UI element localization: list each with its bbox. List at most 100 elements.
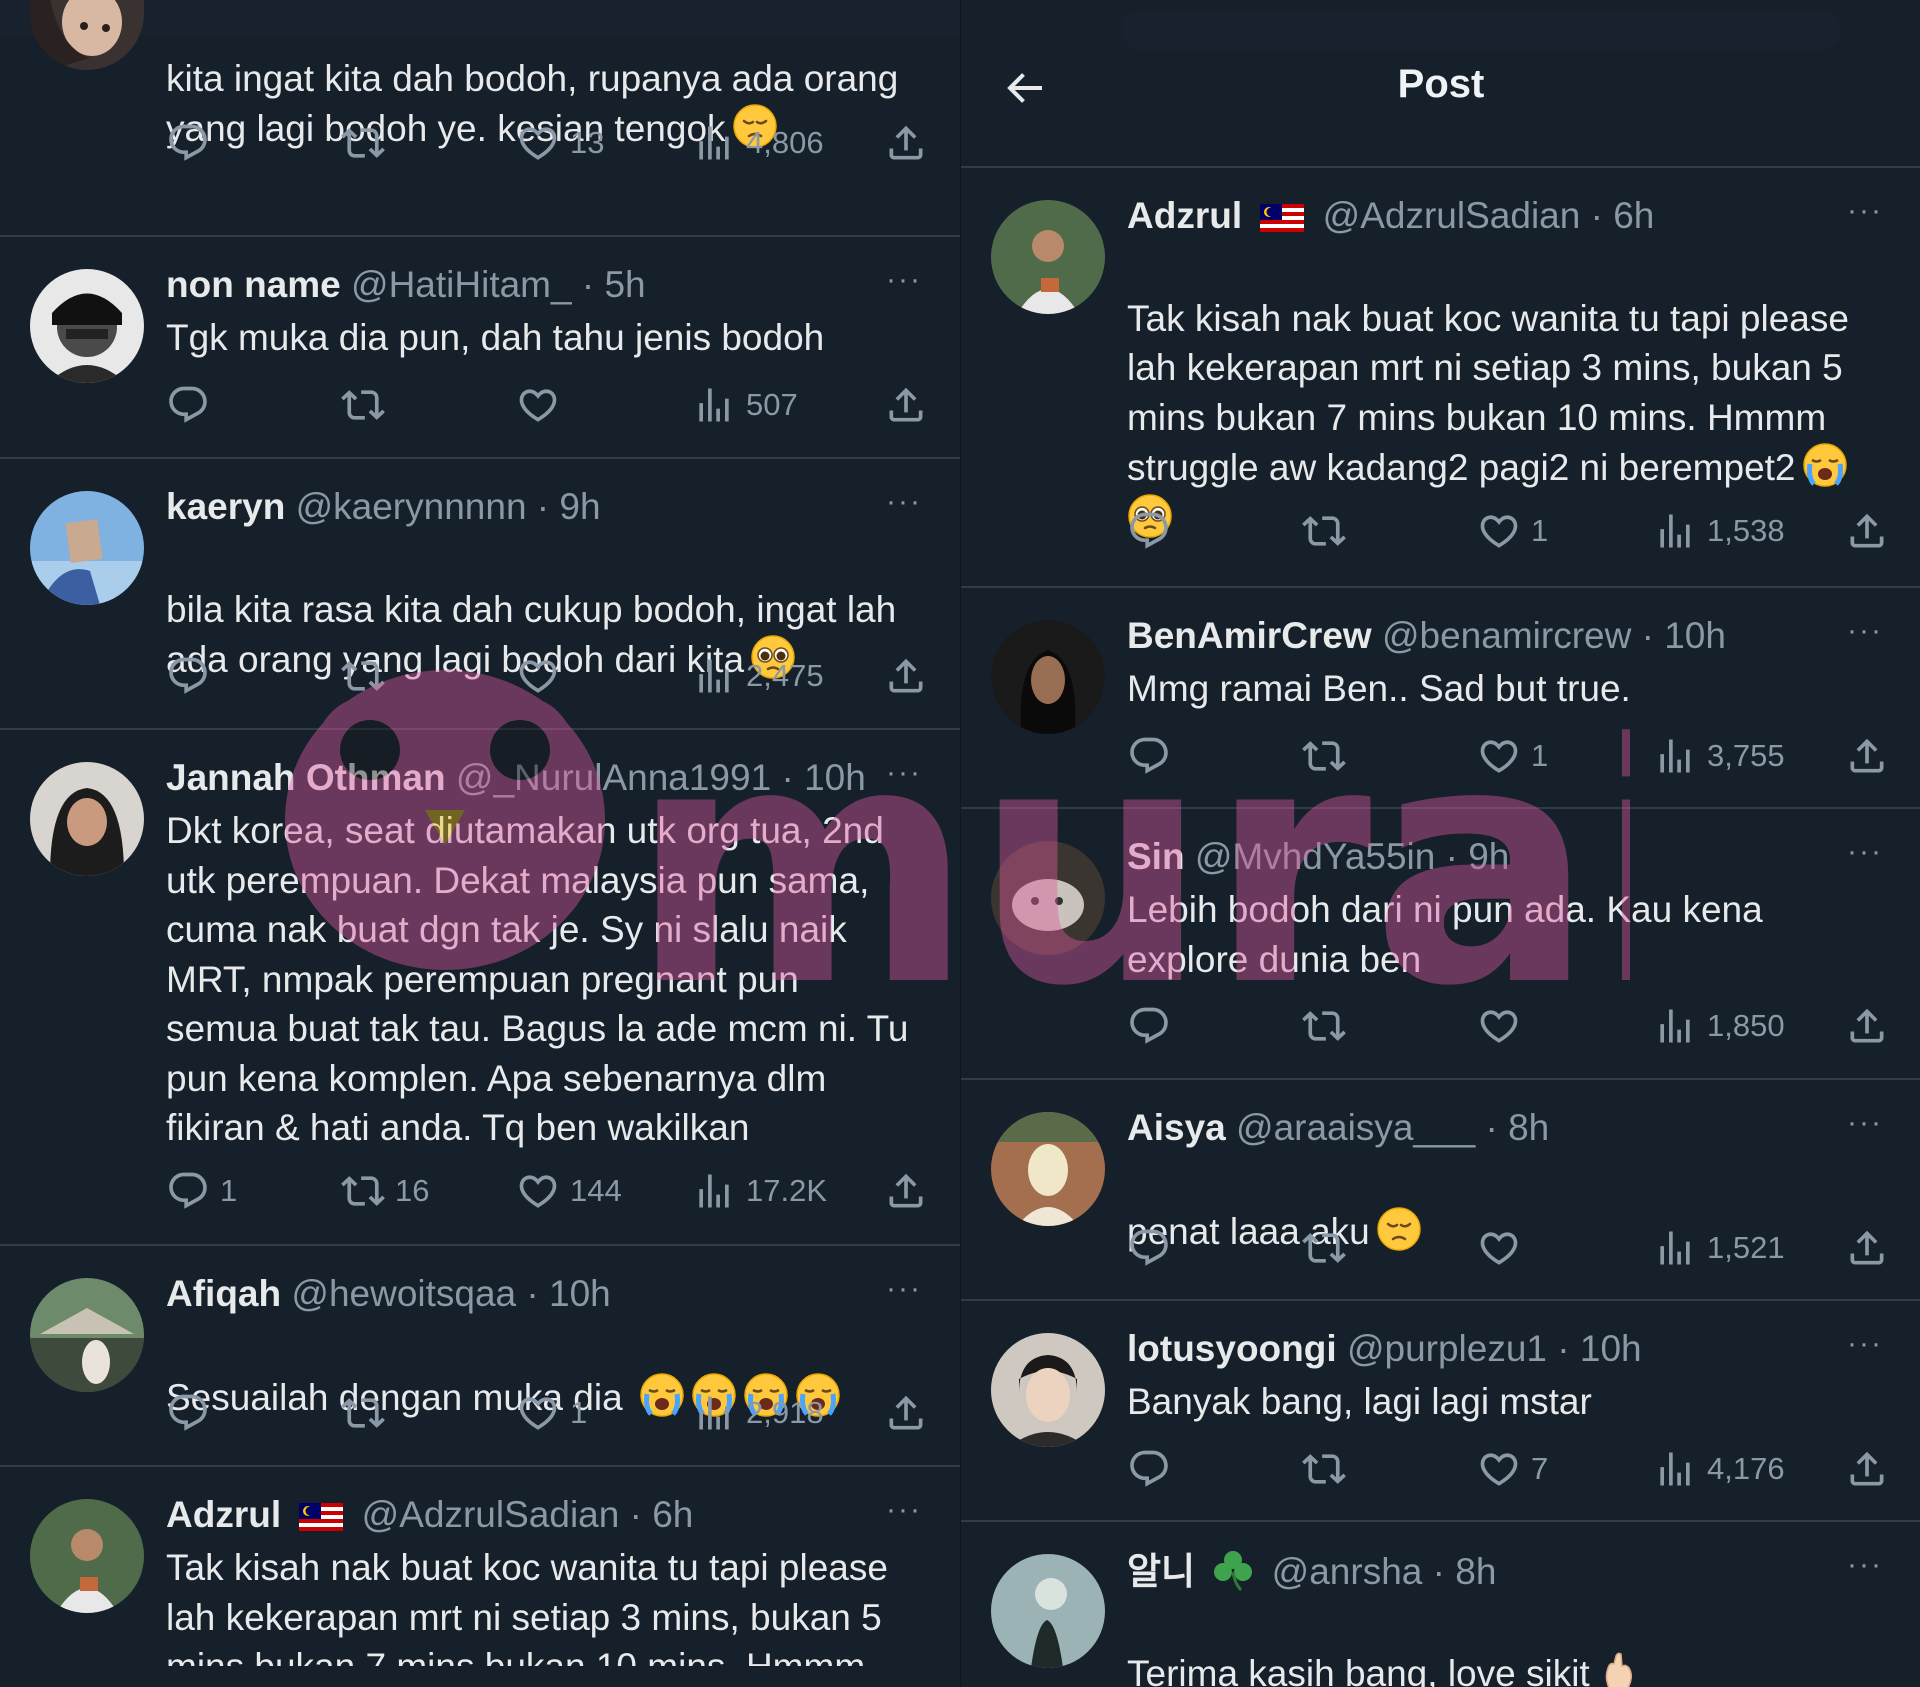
like-button[interactable]: 7: [1477, 1444, 1548, 1494]
display-name[interactable]: non name: [166, 264, 341, 305]
like-button[interactable]: [1477, 1223, 1531, 1273]
share-button[interactable]: [1845, 1444, 1889, 1494]
display-name[interactable]: 알니: [1127, 1551, 1195, 1592]
tweet[interactable]: Adzrul @AdzrulSadian · 6h ··· Tak kisah …: [0, 1467, 960, 1687]
avatar[interactable]: [991, 1333, 1105, 1447]
views-button[interactable]: 2,475: [692, 651, 824, 701]
avatar[interactable]: [30, 1278, 144, 1392]
user-handle[interactable]: @kaerynnnnn: [296, 486, 527, 527]
user-handle[interactable]: @AdzrulSadian: [362, 1494, 620, 1535]
avatar[interactable]: [30, 491, 144, 605]
avatar[interactable]: [991, 1554, 1105, 1668]
tweet[interactable]: kita ingat kita dah bodoh, rupanya ada o…: [0, 0, 960, 237]
retweet-button[interactable]: [1302, 1444, 1356, 1494]
like-button[interactable]: 1: [516, 1388, 587, 1438]
more-options-icon[interactable]: ···: [886, 756, 922, 790]
avatar[interactable]: [991, 841, 1105, 955]
more-options-icon[interactable]: ···: [886, 485, 922, 519]
user-handle[interactable]: @_NurulAnna1991: [456, 757, 771, 798]
share-button[interactable]: [884, 1166, 928, 1216]
share-button[interactable]: [884, 380, 928, 430]
user-handle[interactable]: @benamircrew: [1382, 615, 1631, 656]
views-button[interactable]: 17.2K: [692, 1166, 827, 1216]
retweet-button[interactable]: [341, 1388, 395, 1438]
timestamp[interactable]: 10h: [804, 757, 866, 798]
display-name[interactable]: Adzrul: [166, 1494, 281, 1535]
user-handle[interactable]: @purplezu1: [1347, 1328, 1547, 1369]
more-options-icon[interactable]: ···: [1847, 194, 1883, 228]
timestamp[interactable]: 6h: [1613, 195, 1654, 236]
more-options-icon[interactable]: ···: [886, 263, 922, 297]
views-button[interactable]: 1,521: [1653, 1223, 1785, 1273]
retweet-button[interactable]: [1302, 1001, 1356, 1051]
avatar[interactable]: [991, 1112, 1105, 1226]
like-button[interactable]: 1: [1477, 506, 1548, 556]
reply-button[interactable]: [1127, 731, 1181, 781]
share-button[interactable]: [884, 1388, 928, 1438]
avatar[interactable]: [30, 1499, 144, 1613]
views-button[interactable]: 507: [692, 380, 798, 430]
more-options-icon[interactable]: ···: [1847, 614, 1883, 648]
avatar[interactable]: [30, 0, 144, 70]
views-button[interactable]: 2,918: [692, 1388, 824, 1438]
more-options-icon[interactable]: ···: [886, 1272, 922, 1306]
like-button[interactable]: [1477, 1001, 1531, 1051]
timestamp[interactable]: 5h: [604, 264, 645, 305]
more-options-icon[interactable]: ···: [1847, 1548, 1883, 1582]
reply-button[interactable]: [1127, 506, 1181, 556]
share-button[interactable]: [1845, 731, 1889, 781]
reply-button[interactable]: [166, 1388, 220, 1438]
like-button[interactable]: 144: [516, 1166, 622, 1216]
avatar[interactable]: [30, 269, 144, 383]
more-options-icon[interactable]: ···: [1847, 1327, 1883, 1361]
avatar[interactable]: [991, 620, 1105, 734]
reply-button[interactable]: [166, 380, 220, 430]
reply-button[interactable]: [1127, 1223, 1181, 1273]
avatar[interactable]: [30, 762, 144, 876]
retweet-button[interactable]: [341, 118, 395, 168]
retweet-button[interactable]: [1302, 731, 1356, 781]
views-button[interactable]: 3,755: [1653, 731, 1785, 781]
user-handle[interactable]: @anrsha: [1272, 1551, 1423, 1592]
display-name[interactable]: kaeryn: [166, 486, 285, 527]
views-button[interactable]: 1,538: [1653, 506, 1785, 556]
tweet[interactable]: Aisya @araaisya___ · 8h ··· penat laaa a…: [961, 1080, 1920, 1301]
tweet[interactable]: lotusyoongi @purplezu1 · 10h ··· Banyak …: [961, 1301, 1920, 1522]
avatar[interactable]: [991, 200, 1105, 314]
reply-button[interactable]: 1: [166, 1166, 237, 1216]
timestamp[interactable]: 6h: [652, 1494, 693, 1535]
display-name[interactable]: lotusyoongi: [1127, 1328, 1337, 1369]
tweet[interactable]: 알니 @anrsha · 8h ··· Terima kasih bang, l…: [961, 1522, 1920, 1687]
tweet[interactable]: Jannah Othman @_NurulAnna1991 · 10h ··· …: [0, 730, 960, 1246]
share-button[interactable]: [884, 651, 928, 701]
views-button[interactable]: 1,850: [1653, 1001, 1785, 1051]
views-button[interactable]: 4,806: [692, 118, 824, 168]
views-button[interactable]: 4,176: [1653, 1444, 1785, 1494]
display-name[interactable]: Jannah Othman: [166, 757, 446, 798]
more-options-icon[interactable]: ···: [1847, 1106, 1883, 1140]
tweet[interactable]: BenAmirCrew @benamircrew · 10h ··· Mmg r…: [961, 588, 1920, 809]
display-name[interactable]: Aisya: [1127, 1107, 1226, 1148]
timestamp[interactable]: 10h: [1580, 1328, 1642, 1369]
reply-button[interactable]: [1127, 1001, 1181, 1051]
like-button[interactable]: 1: [1477, 731, 1548, 781]
tweet[interactable]: Adzrul @AdzrulSadian · 6h ··· Tak kisah …: [961, 168, 1920, 588]
timestamp[interactable]: 10h: [1664, 615, 1726, 656]
like-button[interactable]: [516, 380, 570, 430]
user-handle[interactable]: @AdzrulSadian: [1323, 195, 1581, 236]
timestamp[interactable]: 8h: [1508, 1107, 1549, 1148]
retweet-button[interactable]: [341, 651, 395, 701]
more-options-icon[interactable]: ···: [1847, 835, 1883, 869]
share-button[interactable]: [1845, 1223, 1889, 1273]
tweet[interactable]: Afiqah @hewoitsqaa · 10h ··· Sesuailah d…: [0, 1246, 960, 1467]
user-handle[interactable]: @hewoitsqaa: [291, 1273, 516, 1314]
retweet-button[interactable]: [1302, 1223, 1356, 1273]
tweet[interactable]: Sin @MvhdYa55in · 9h ··· Lebih bodoh dar…: [961, 809, 1920, 1080]
like-button[interactable]: 13: [516, 118, 604, 168]
display-name[interactable]: Afiqah: [166, 1273, 281, 1314]
reply-button[interactable]: [166, 651, 220, 701]
timestamp[interactable]: 9h: [559, 486, 600, 527]
like-button[interactable]: [516, 651, 570, 701]
retweet-button[interactable]: 16: [341, 1166, 429, 1216]
reply-button[interactable]: [166, 118, 220, 168]
